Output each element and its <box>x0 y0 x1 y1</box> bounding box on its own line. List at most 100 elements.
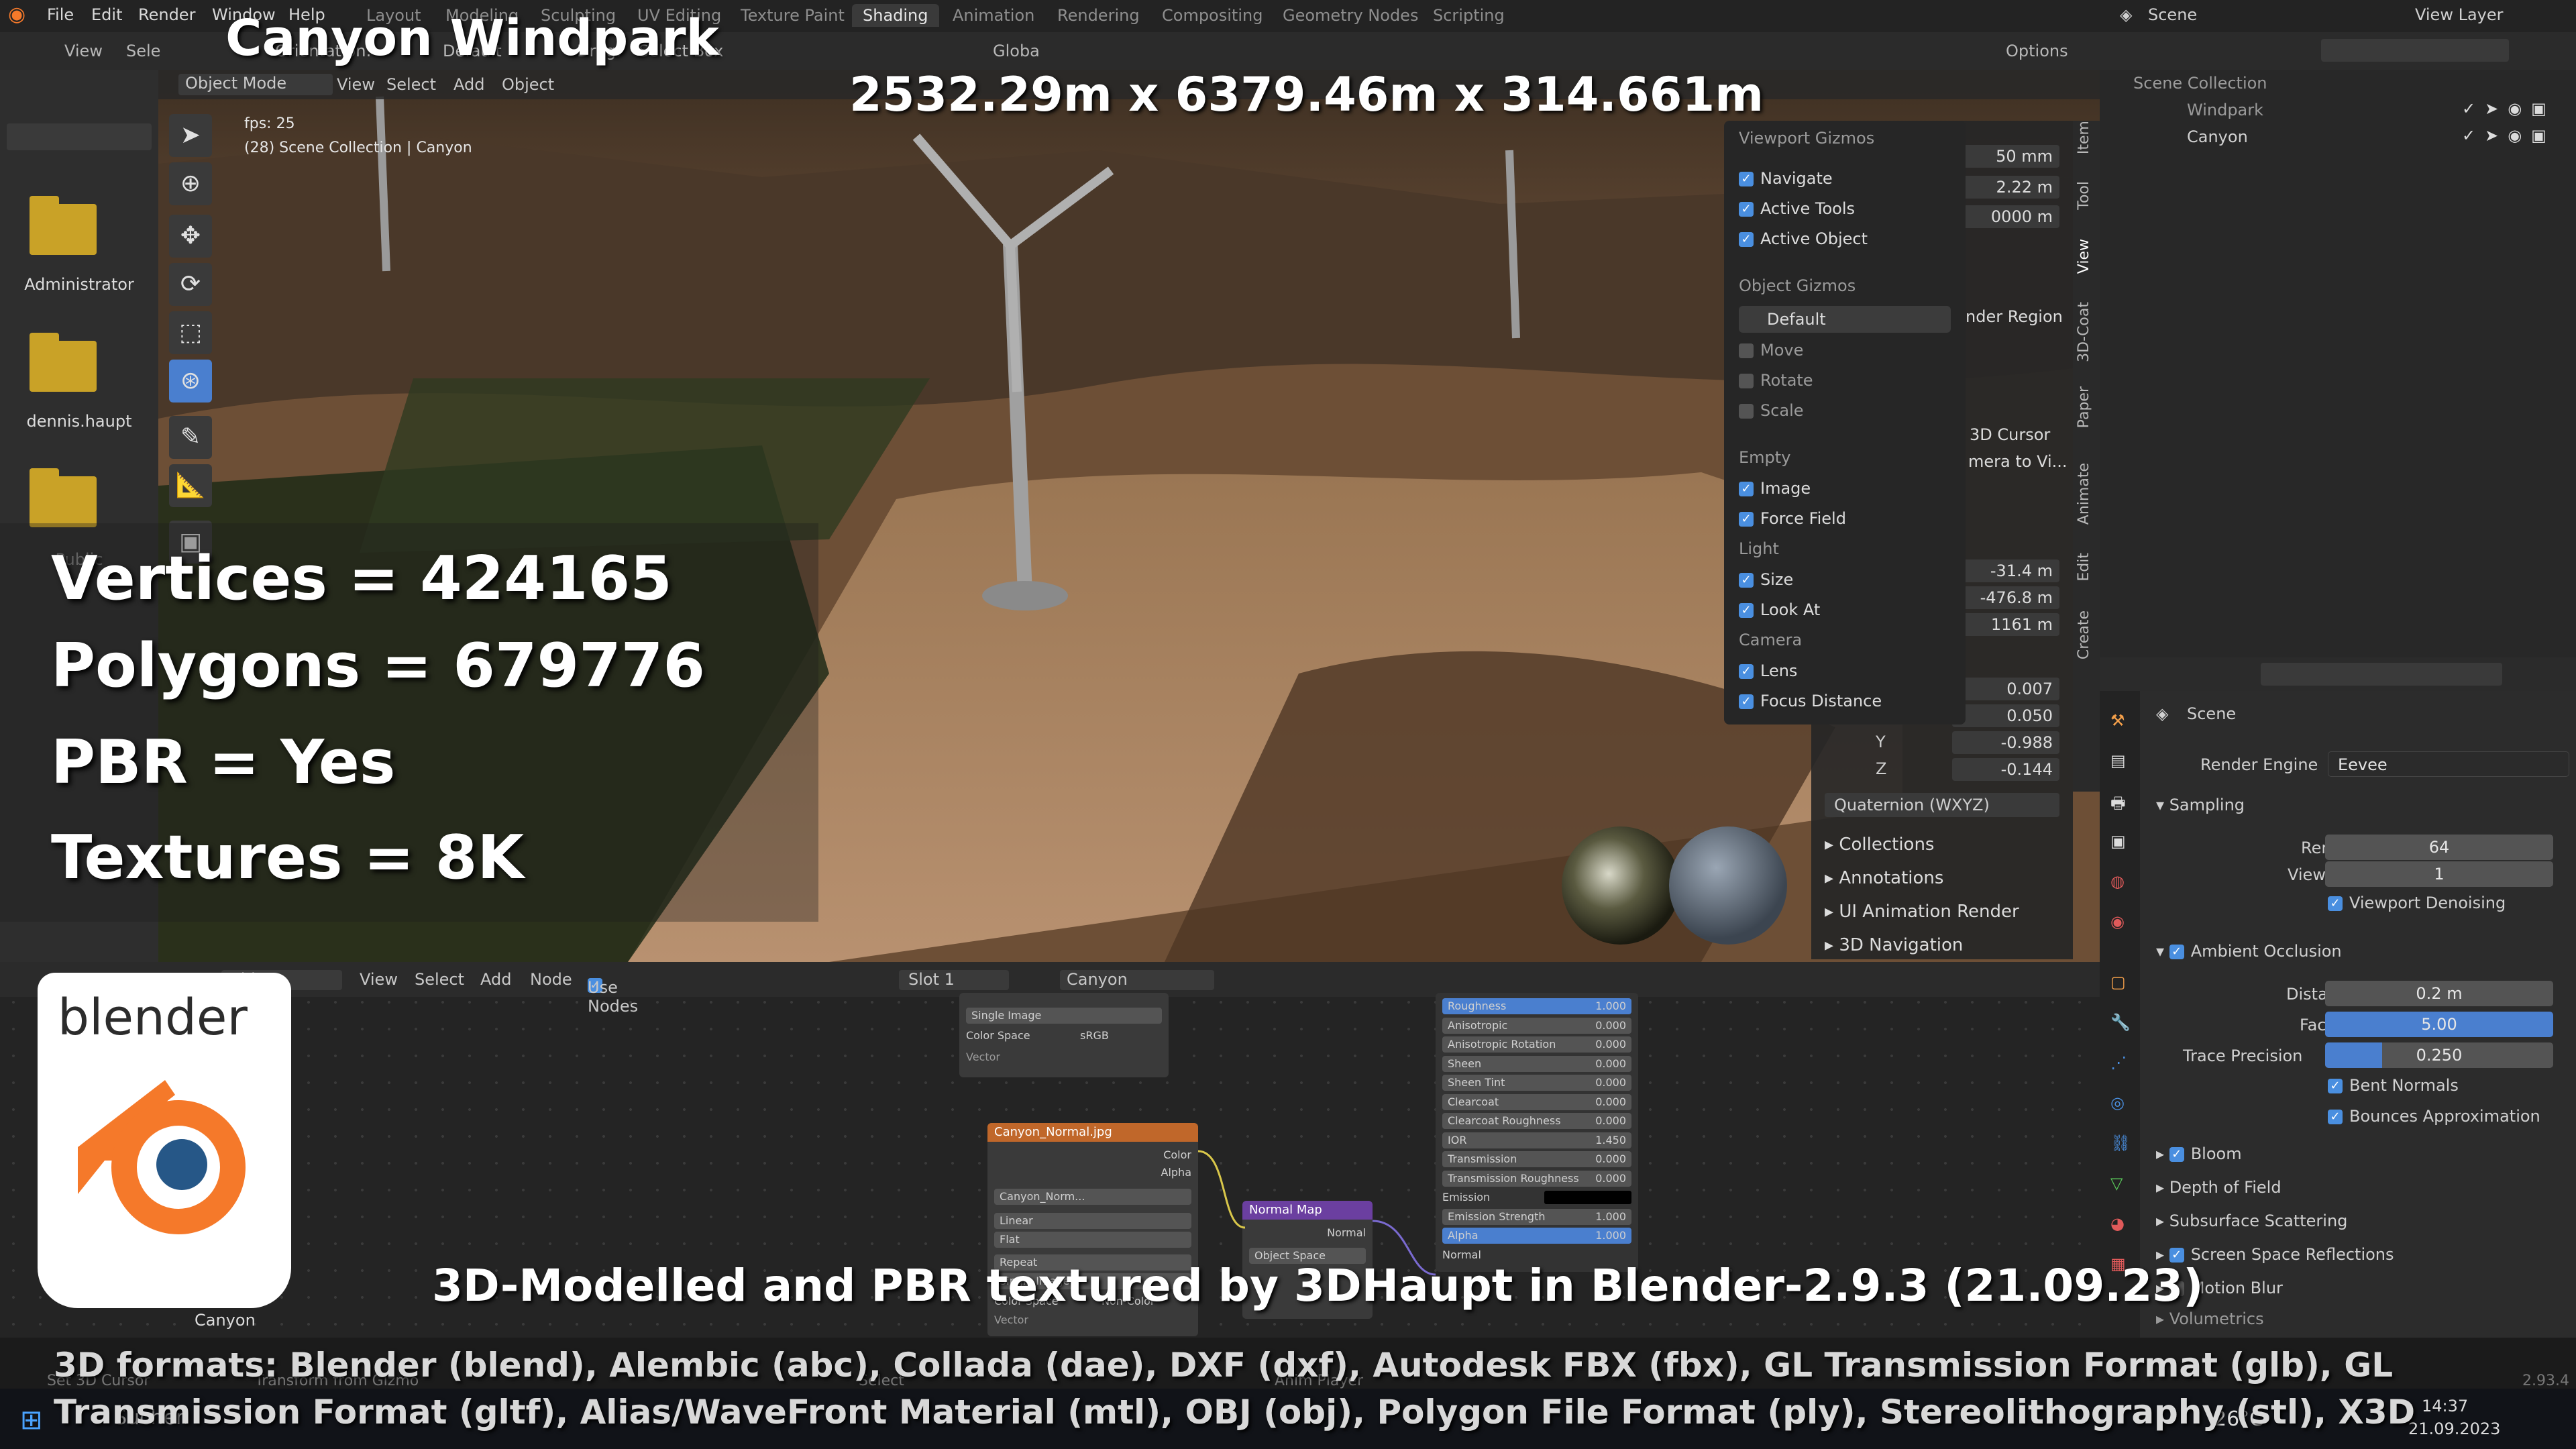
panel-annotations[interactable]: ▸ Annotations <box>1825 868 1943 888</box>
rot-w-value[interactable]: 0.007 <box>1952 678 2059 700</box>
node-add-menu[interactable]: Add <box>480 970 511 989</box>
image-source-dropdown[interactable]: Single Image <box>966 1008 1162 1024</box>
vp-object-menu[interactable]: Object <box>502 75 554 94</box>
tab-paper[interactable]: Paper <box>2076 386 2092 428</box>
annotate-tool-icon[interactable]: ✎ <box>169 416 212 459</box>
panel-ui-animation-render[interactable]: ▸ UI Animation Render <box>1825 902 2019 922</box>
bounces-approximation[interactable]: ✓ Bounces Approximation <box>2328 1107 2540 1126</box>
bloom-panel[interactable]: ▸ ✓ Bloom <box>2156 1144 2242 1163</box>
windows-start-icon[interactable]: ⊞ <box>20 1405 43 1436</box>
node-node-menu[interactable]: Node <box>530 970 572 989</box>
checkbox-icon[interactable] <box>1739 404 1754 419</box>
gizmo-force-field[interactable]: ✓ Force Field <box>1739 509 1846 528</box>
bsdf-input-row[interactable]: Clearcoat 0.000 <box>1442 1093 1631 1110</box>
physics-tab-icon[interactable]: ◎ <box>2110 1093 2125 1112</box>
scene-tab-icon[interactable]: ◍ <box>2110 872 2125 891</box>
vp-view-menu[interactable]: View <box>337 75 375 94</box>
bsdf-input-row[interactable]: Emission <box>1442 1189 1631 1205</box>
checkbox-icon[interactable]: ✓ <box>1739 664 1754 679</box>
render-tab-icon[interactable]: ▤ <box>2110 751 2126 770</box>
world-tab-icon[interactable]: ◉ <box>2110 912 2125 931</box>
folder-label-dennis[interactable]: dennis.haupt <box>0 412 158 431</box>
viewport-denoising[interactable]: ✓ Viewport Denoising <box>2328 894 2506 912</box>
modifier-tab-icon[interactable]: 🔧 <box>2110 1013 2131 1032</box>
checkbox-icon[interactable]: ✓ <box>1739 482 1754 496</box>
rot-x-value[interactable]: 0.050 <box>1952 704 2059 727</box>
scene-selector[interactable]: Scene <box>2148 5 2197 24</box>
ao-trace-field[interactable]: 0.250 <box>2325 1042 2553 1068</box>
outliner-search-input[interactable] <box>2321 39 2509 62</box>
outliner-scene-collection[interactable]: Scene Collection <box>2133 74 2267 93</box>
slot-dropdown[interactable]: Slot 1 <box>899 970 1009 990</box>
checkbox-icon[interactable] <box>1739 374 1754 388</box>
panel-collections[interactable]: ▸ Collections <box>1825 835 1934 855</box>
select-tool-icon[interactable]: ➤ <box>169 114 212 157</box>
bsdf-input-row[interactable]: Sheen Tint 0.000 <box>1442 1075 1631 1091</box>
scene-icon[interactable]: ◈ <box>2120 5 2132 24</box>
data-tab-icon[interactable]: ▽ <box>2110 1174 2123 1193</box>
gizmo-navigate[interactable]: ✓ Navigate <box>1739 169 1833 188</box>
bsdf-input-row[interactable]: Transmission Roughness 0.000 <box>1442 1170 1631 1187</box>
image-texture-node-top[interactable]: Single Image Color Space sRGB Vector <box>959 993 1169 1077</box>
transform-tool-icon[interactable]: ⊛ <box>169 360 212 402</box>
gizmo-focus-distance[interactable]: ✓ Focus Distance <box>1739 692 1882 710</box>
gizmo-look-at[interactable]: ✓ Look At <box>1739 600 1820 619</box>
bsdf-input-row[interactable]: Alpha 1.000 <box>1442 1228 1631 1244</box>
material-tab-icon[interactable]: ◕ <box>2110 1214 2125 1233</box>
file-browser-toolbar[interactable] <box>7 123 152 150</box>
vp-add-menu[interactable]: Add <box>453 75 484 94</box>
loc-y-value[interactable]: -476.8 m <box>1952 586 2059 609</box>
folder-icon[interactable] <box>30 468 97 527</box>
gizmo-rotate[interactable]: Rotate <box>1739 371 1813 390</box>
mode-dropdown[interactable]: Object Mode <box>178 74 333 95</box>
checkbox-icon[interactable]: ✓ <box>2328 896 2343 911</box>
visibility-icons[interactable]: ✓➤◉▣ <box>2462 99 2556 118</box>
bsdf-input-row[interactable]: Anisotropic 0.000 <box>1442 1017 1631 1034</box>
rot-y-value[interactable]: -0.988 <box>1952 731 2059 754</box>
folder-icon[interactable] <box>30 196 97 255</box>
render-samples-field[interactable]: 64 <box>2325 835 2553 860</box>
view-layer-selector[interactable]: View Layer <box>2415 5 2504 24</box>
clip-start-value[interactable]: 2.22 m <box>1952 176 2059 199</box>
camera-to-view-label[interactable]: mera to Vi... <box>1968 452 2068 471</box>
object-tab-icon[interactable]: ▢ <box>2110 973 2126 991</box>
checkbox-icon[interactable]: ✓ <box>2328 1079 2343 1093</box>
colorspace-value[interactable]: sRGB <box>1080 1028 1162 1044</box>
panel-3d-navigation[interactable]: ▸ 3D Navigation <box>1825 935 1963 955</box>
node-select-menu[interactable]: Select <box>415 970 464 989</box>
bsdf-input-row[interactable]: IOR 1.450 <box>1442 1132 1631 1148</box>
bsdf-input-row[interactable]: Transmission 0.000 <box>1442 1151 1631 1167</box>
bsdf-input-row[interactable]: Anisotropic Rotation 0.000 <box>1442 1036 1631 1053</box>
tab-edit[interactable]: Edit <box>2076 553 2092 582</box>
visibility-icons[interactable]: ✓➤◉▣ <box>2462 126 2556 145</box>
gizmo-scale[interactable]: Scale <box>1739 401 1804 420</box>
tab-3d-coat[interactable]: 3D-Coat <box>2076 302 2092 362</box>
checkbox-icon[interactable]: ✓ <box>1739 172 1754 186</box>
emission-color-swatch[interactable] <box>1544 1191 1631 1204</box>
rotation-mode-dropdown[interactable]: Quaternion (WXYZ) <box>1825 793 2059 817</box>
loc-x-value[interactable]: -31.4 m <box>1952 559 2059 582</box>
cursor-tool-icon[interactable]: ⊕ <box>169 162 212 205</box>
material-selector[interactable]: Canyon <box>1060 970 1214 990</box>
gizmo-lens[interactable]: ✓ Lens <box>1739 661 1797 680</box>
checkbox-icon[interactable]: ✓ <box>1739 232 1754 247</box>
move-tool-icon[interactable]: ✥ <box>169 215 212 258</box>
loc-z-value[interactable]: 1161 m <box>1952 613 2059 636</box>
folder-label-administrator[interactable]: Administrator <box>0 275 158 294</box>
ambient-occlusion-panel[interactable]: ▾ ✓ Ambient Occlusion <box>2156 942 2342 961</box>
gizmo-move[interactable]: Move <box>1739 341 1803 360</box>
tool-tab-icon[interactable]: ⚒ <box>2110 711 2125 730</box>
ao-distance-field[interactable]: 0.2 m <box>2325 981 2553 1006</box>
rot-z-value[interactable]: -0.144 <box>1952 758 2059 781</box>
viewport-samples-field[interactable]: 1 <box>2325 861 2553 887</box>
outliner-item-canyon[interactable]: Canyon <box>2187 127 2248 146</box>
ao-factor-field[interactable]: 5.00 <box>2325 1012 2553 1037</box>
subsurface-panel[interactable]: ▸ Subsurface Scattering <box>2156 1212 2347 1230</box>
tab-create[interactable]: Create <box>2076 610 2092 659</box>
lens-value[interactable]: 50 mm <box>1952 145 2059 168</box>
bsdf-input-row[interactable]: Sheen 0.000 <box>1442 1055 1631 1072</box>
rotate-tool-icon[interactable]: ⟳ <box>169 263 212 306</box>
scale-tool-icon[interactable]: ⬚ <box>169 311 212 354</box>
particles-tab-icon[interactable]: ⋰ <box>2110 1053 2127 1072</box>
sampling-panel[interactable]: ▾ Sampling <box>2156 796 2245 814</box>
